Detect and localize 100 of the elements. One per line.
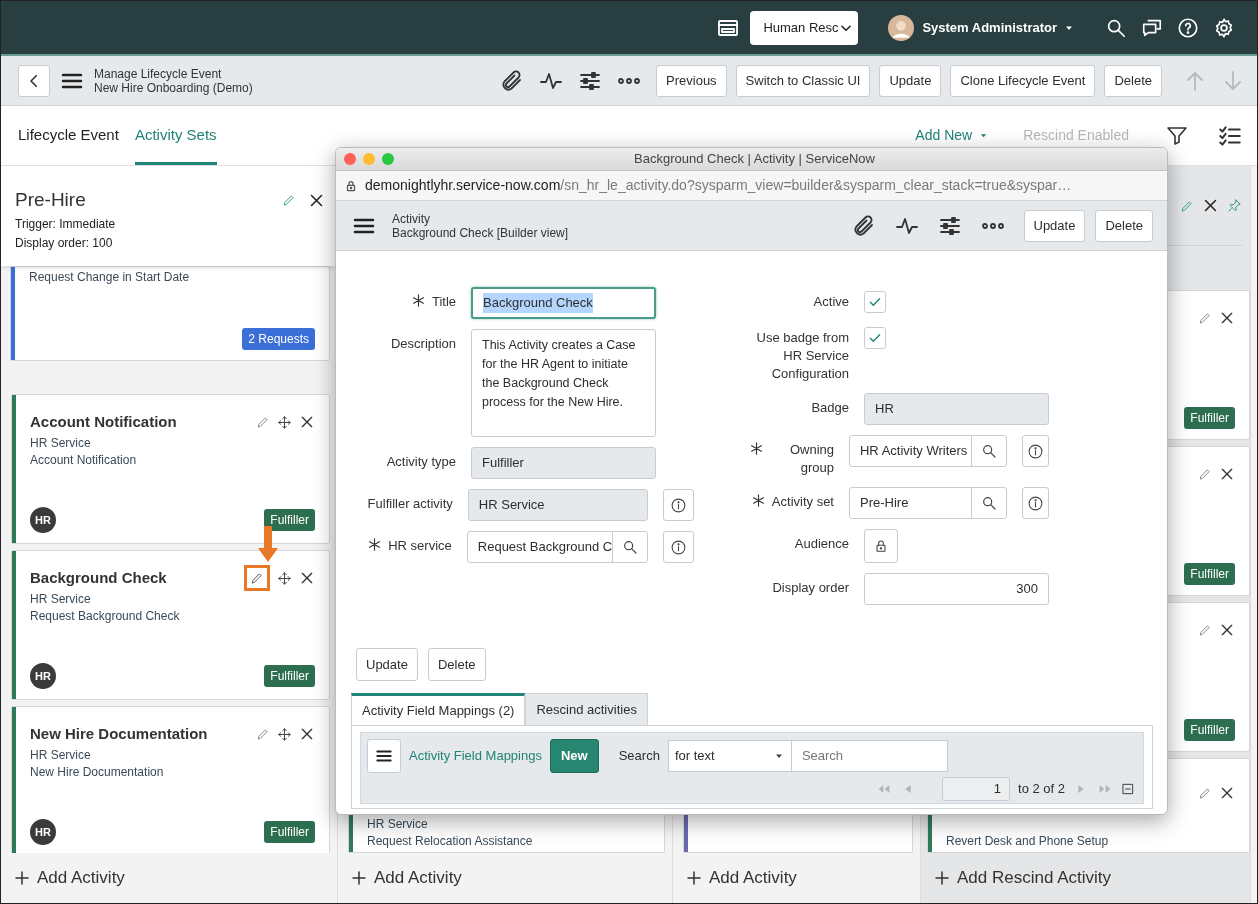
plus-icon[interactable] [13, 869, 31, 887]
toolbar-button[interactable]: Update [1023, 209, 1086, 242]
card-service: HR Service [30, 435, 92, 452]
field-label: Activity set [771, 493, 834, 511]
search-label: Search [618, 747, 660, 766]
toolbar-button[interactable]: Previous [656, 64, 727, 97]
add-activity-link[interactable]: Add Activity [37, 865, 125, 891]
paperclip-icon[interactable] [851, 213, 876, 238]
info-icon [670, 538, 688, 556]
close-icon[interactable] [1202, 197, 1219, 214]
app-select[interactable]: Human Resc [750, 10, 859, 45]
field-label: Activity type [386, 453, 456, 471]
status-badge: Fulfiller [1184, 563, 1235, 585]
add-activity-link[interactable]: Add Activity [374, 865, 462, 891]
page-range: to 2 of 2 [1018, 780, 1065, 799]
reference-field[interactable]: HR Activity Writers [849, 435, 1007, 467]
close-icon[interactable] [1219, 310, 1235, 326]
close-icon[interactable] [299, 570, 315, 586]
close-icon[interactable] [299, 726, 315, 742]
required-icon [410, 293, 426, 308]
form-title: Manage Lifecycle Event [94, 66, 223, 81]
textarea-field[interactable]: This Activity creates a Case for the HR Agent to initiate the Background Check process for the New Hire. [471, 329, 656, 437]
number-field[interactable]: 300 [864, 573, 1049, 605]
back-button[interactable] [18, 64, 50, 97]
add-activity-link[interactable]: Add Rescind Activity [957, 865, 1111, 891]
move-icon[interactable] [277, 726, 292, 742]
list-title-link[interactable]: Activity Field Mappings [409, 746, 542, 766]
search-field[interactable]: Search [791, 740, 948, 772]
lock-button[interactable] [864, 529, 898, 563]
plus-icon[interactable] [685, 869, 703, 887]
add-activity-link[interactable]: Add Activity [709, 865, 797, 891]
card-subtitle: Revert Desk and Phone Setup [946, 833, 1110, 850]
field-label: Audience [794, 535, 849, 553]
required-icon [749, 441, 764, 456]
field-label: Display order [772, 579, 849, 597]
readonly-field: HR [864, 393, 1049, 425]
reference-field[interactable]: Request Background C [466, 531, 649, 563]
lock-icon [344, 178, 358, 193]
close-icon[interactable] [299, 414, 315, 430]
form-button[interactable]: Update [356, 648, 418, 681]
collapse-icon[interactable] [1121, 782, 1135, 796]
avatar-icon[interactable] [888, 14, 915, 41]
move-icon[interactable] [277, 570, 292, 586]
add-new-link[interactable]: Add New [915, 125, 973, 146]
card-title: Background Check [30, 567, 167, 588]
card-service: HR Service [367, 816, 429, 833]
plus-icon[interactable] [933, 869, 951, 887]
required-icon [750, 493, 766, 508]
card-service: HR Service [30, 747, 92, 764]
required-icon [367, 537, 383, 552]
search-icon[interactable] [980, 443, 997, 459]
initials-avatar: HR [30, 663, 56, 689]
user-name[interactable]: System Administrator [922, 17, 1057, 38]
card-title: New Hire Documentation [30, 723, 208, 744]
record-name: Background Check [Builder view] [392, 225, 569, 240]
toolbar-button[interactable]: Clone Lifecycle Event [950, 64, 1096, 97]
new-button[interactable]: New [549, 739, 599, 773]
card-subtitle: Request Change in Start Date [29, 269, 191, 286]
related-list-tab[interactable]: Activity Field Mappings (2) [351, 693, 526, 725]
search-icon[interactable] [980, 495, 997, 511]
info-button[interactable] [662, 489, 694, 521]
related-list-tab[interactable]: Rescind activities [525, 693, 648, 725]
tab[interactable]: Lifecycle Event [18, 106, 119, 165]
filter-select[interactable]: for text [667, 740, 792, 772]
info-button[interactable] [1021, 435, 1049, 467]
lock-icon [873, 538, 889, 554]
close-icon[interactable] [1219, 466, 1235, 482]
url-text: demonightlyhr.service-now.com/sn_hr_le_activity.do?sysparm_view=builder&sysparm_clear_stack=true&syspar… [365, 176, 1072, 195]
list-menu-button[interactable] [367, 739, 401, 773]
settings-icon[interactable] [1213, 16, 1235, 39]
text-field[interactable]: Background Check [471, 287, 656, 319]
help-icon[interactable] [1177, 16, 1199, 39]
field-label: Badge [811, 399, 849, 417]
toolbar-button[interactable]: Update [879, 64, 942, 97]
plus-icon[interactable] [350, 869, 368, 887]
field-label: Use badge from HR Service Configuration [755, 329, 849, 383]
move-icon[interactable] [277, 414, 292, 430]
card-subtitle: New Hire Documentation [30, 764, 165, 781]
close-icon[interactable] [1219, 785, 1235, 801]
reference-field[interactable]: Pre-Hire [849, 487, 1007, 519]
page-field[interactable]: 1 [942, 777, 1010, 801]
checkbox[interactable] [864, 327, 886, 349]
pencil-icon[interactable] [250, 571, 264, 585]
info-icon [669, 496, 687, 514]
close-icon[interactable] [1219, 622, 1235, 638]
status-badge: Fulfiller [1184, 407, 1235, 429]
form-button[interactable]: Delete [427, 648, 486, 681]
toolbar-button[interactable]: Delete [1095, 209, 1153, 242]
search-icon[interactable] [622, 539, 639, 555]
readonly-field: HR Service [467, 489, 648, 521]
info-button[interactable] [663, 531, 694, 563]
info-button[interactable] [1021, 487, 1049, 519]
window-title: Background Check | Activity | ServiceNow [633, 150, 876, 169]
toolbar-button[interactable]: Delete [1104, 64, 1162, 97]
toolbar-button[interactable]: Switch to Classic UI [735, 64, 871, 97]
info-icon [1026, 442, 1044, 460]
checkbox[interactable] [864, 291, 886, 313]
readonly-field: Fulfiller [471, 447, 656, 479]
card-title: Account Notification [30, 411, 177, 432]
record-name: New Hire Onboarding (Demo) [94, 80, 253, 95]
